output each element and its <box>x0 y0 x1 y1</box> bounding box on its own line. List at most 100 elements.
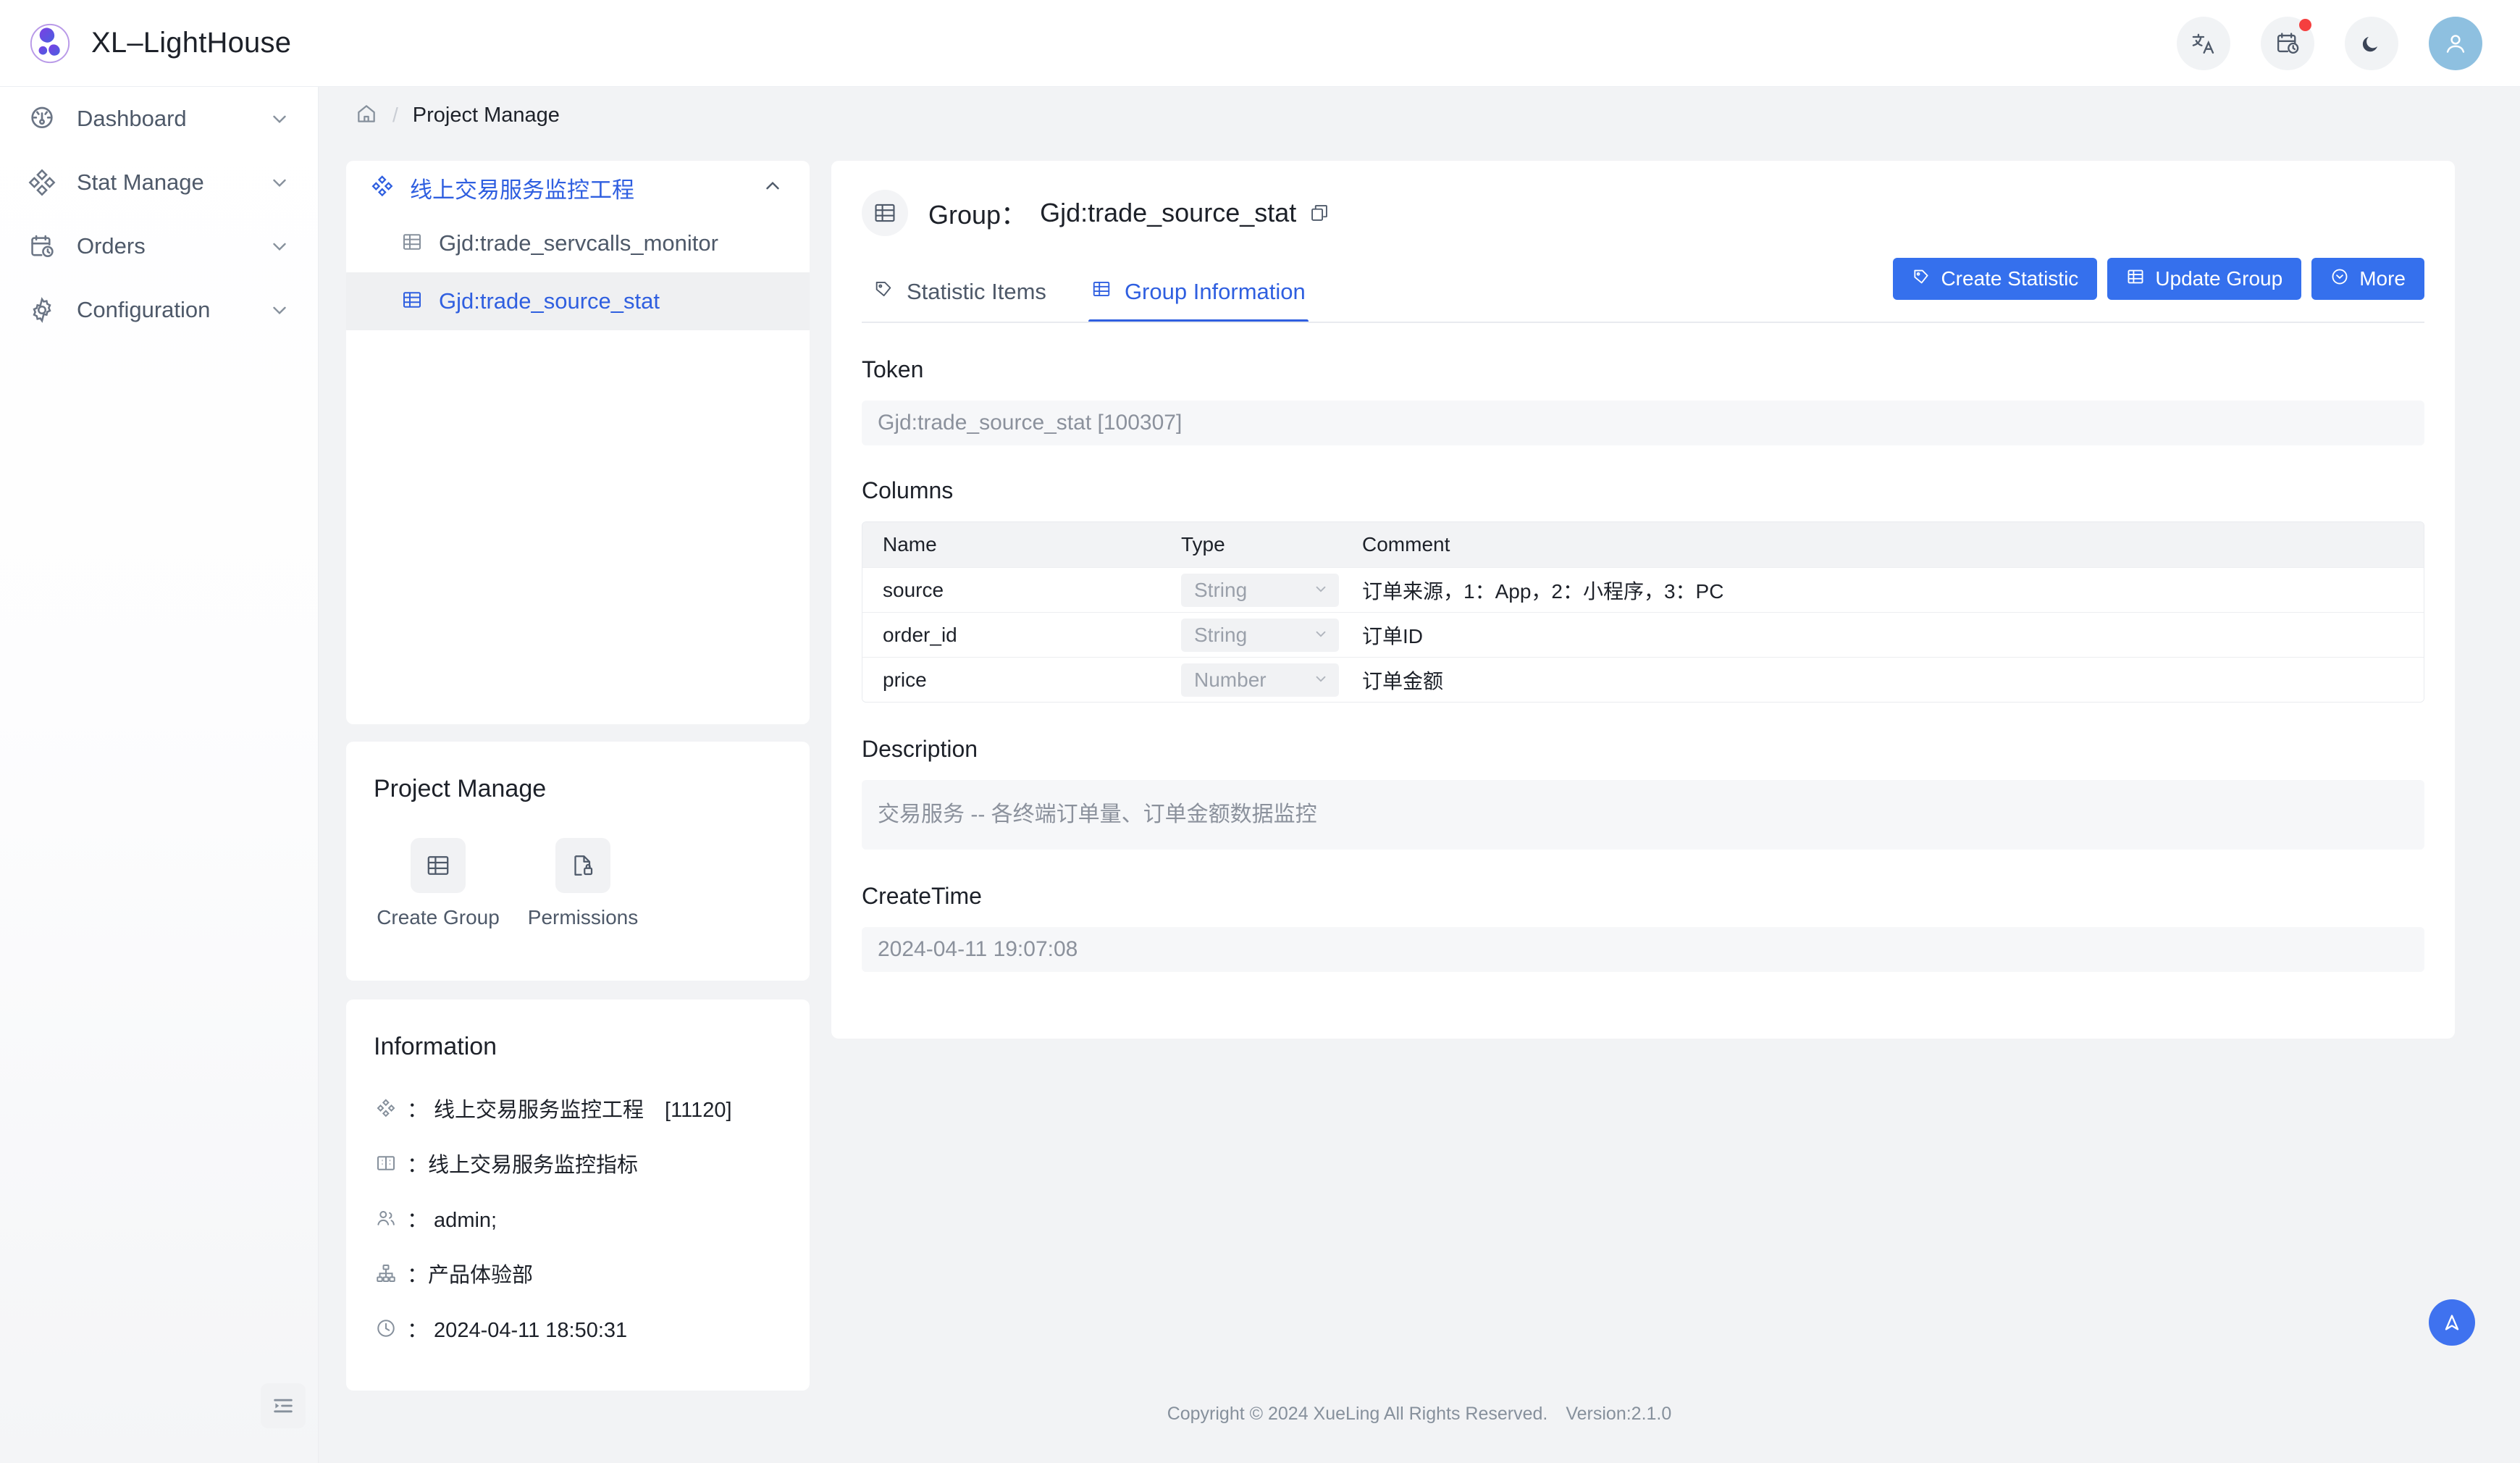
table-row: order_id String 订单ID <box>862 612 2424 657</box>
token-value: Gjd:trade_source_stat [100307] <box>862 401 2424 445</box>
token-label: Token <box>862 356 924 382</box>
tab-group-information[interactable]: Group Information <box>1088 261 1309 323</box>
info-row-project: ： 线上交易服务监控工程 [11120] <box>374 1093 810 1123</box>
createtime-label: CreateTime <box>862 883 982 909</box>
table-icon <box>401 231 423 256</box>
brand[interactable]: XL–LightHouse <box>0 21 291 66</box>
info-row-admin: ： admin; <box>374 1203 810 1233</box>
chevron-down-icon <box>269 235 290 257</box>
tab-label: Group Information <box>1124 279 1306 304</box>
user-avatar-icon[interactable] <box>2429 16 2482 70</box>
cell-name: order_id <box>883 623 957 646</box>
permissions-button[interactable]: Permissions <box>528 838 638 929</box>
moon-icon[interactable] <box>2345 16 2398 70</box>
language-icon[interactable] <box>2177 16 2230 70</box>
diamonds-icon <box>374 1096 398 1120</box>
column-header-name: Name <box>883 533 937 556</box>
users-icon <box>374 1206 398 1231</box>
cell-name: source <box>883 578 944 601</box>
tag-icon <box>1912 267 1931 291</box>
group-header: Group： Gjd:trade_source_stat <box>831 161 2455 236</box>
create-statistic-button[interactable]: Create Statistic <box>1893 258 2098 300</box>
back-to-top-icon[interactable] <box>2429 1299 2475 1346</box>
sidebar-item-dashboard[interactable]: Dashboard <box>0 87 318 151</box>
createtime-value: 2024-04-11 19:07:08 <box>862 927 2424 972</box>
sidebar-item-label: Configuration <box>77 297 211 322</box>
update-group-button[interactable]: Update Group <box>2107 258 2302 300</box>
cell-comment: 订单金额 <box>1362 669 1444 692</box>
info-row-metric: ：线上交易服务监控指标 <box>374 1148 810 1178</box>
chevron-down-icon <box>269 108 290 130</box>
table-icon <box>2126 267 2145 291</box>
tabs-divider <box>862 322 2424 323</box>
information-title: Information <box>374 1033 497 1060</box>
cell-type: Number <box>1181 663 1362 697</box>
chevron-down-circle-icon <box>2330 267 2349 291</box>
type-select[interactable]: String <box>1181 573 1339 607</box>
info-row-createtime: ： 2024-04-11 18:50:31 <box>374 1313 810 1343</box>
gear-icon <box>26 294 58 326</box>
type-select-value: String <box>1194 623 1248 646</box>
tag-icon <box>873 279 894 305</box>
chevron-up-icon[interactable] <box>762 175 784 201</box>
copy-icon[interactable] <box>1309 203 1330 223</box>
info-row-department: ：产品体验部 <box>374 1258 810 1288</box>
sidebar: Dashboard Stat Manage Orders Configurati… <box>0 87 319 1463</box>
type-select[interactable]: String <box>1181 618 1339 652</box>
group-label: Group： <box>928 200 1028 230</box>
more-button[interactable]: More <box>2311 258 2424 300</box>
table-icon <box>1091 279 1112 305</box>
diamonds-icon <box>371 175 394 201</box>
calendar-clock-icon <box>26 230 58 262</box>
create-group-button[interactable]: Create Group <box>377 838 500 929</box>
table-icon <box>411 838 466 893</box>
type-select[interactable]: Number <box>1181 663 1339 697</box>
page-title: Group： Gjd:trade_source_stat <box>928 194 1330 232</box>
sidebar-item-label: Stat Manage <box>77 169 204 195</box>
cell-comment: 订单ID <box>1362 624 1424 647</box>
column-header-comment: Comment <box>1362 533 1450 556</box>
group-name: Gjd:trade_source_stat <box>1040 198 1297 227</box>
schedule-icon[interactable] <box>2261 16 2314 70</box>
top-header-bar: XL–LightHouse <box>0 0 2520 87</box>
diamonds-icon <box>26 167 58 198</box>
group-information-body: Token Gjd:trade_source_stat [100307] Col… <box>831 323 2455 972</box>
cell-type: String <box>1181 618 1362 652</box>
sidebar-item-orders[interactable]: Orders <box>0 214 318 278</box>
button-label: Create Statistic <box>1941 267 2079 290</box>
information-rows: ： 线上交易服务监控工程 [11120] ：线上交易服务监控指标 ： admin… <box>346 1061 810 1343</box>
column-header-type: Type <box>1181 533 1225 556</box>
collapse-sidebar-icon[interactable] <box>261 1383 306 1428</box>
cell-comment: 订单来源，1：App，2：小程序，3：PC <box>1362 579 1724 603</box>
sidebar-item-configuration[interactable]: Configuration <box>0 278 318 342</box>
tabs-row: Statistic Items Group Information Create… <box>831 258 2455 323</box>
org-chart-icon <box>374 1261 398 1286</box>
brand-name: XL–LightHouse <box>91 27 292 59</box>
table-icon <box>401 289 423 314</box>
project-manage-actions: Create Group Permissions <box>346 803 810 929</box>
table-icon <box>862 190 908 236</box>
cell-type: String <box>1181 573 1362 607</box>
cell-name: price <box>883 668 927 691</box>
dashboard-gauge-icon <box>26 103 58 135</box>
columns-table: Name Type Comment source String 订单来源，1：A… <box>862 521 2424 703</box>
table-row: price Number 订单金额 <box>862 657 2424 702</box>
tab-statistic-items[interactable]: Statistic Items <box>873 261 1046 323</box>
sidebar-item-label: Dashboard <box>77 106 187 131</box>
chevron-down-icon <box>1313 579 1329 602</box>
action-buttons: Create Statistic Update Group More <box>1893 258 2424 300</box>
group-information-card: Group： Gjd:trade_source_stat Statistic I… <box>831 161 2455 1039</box>
chevron-down-icon <box>1313 624 1329 647</box>
project-manage-title: Project Manage <box>374 775 547 802</box>
home-icon[interactable] <box>355 102 378 129</box>
tree-item-trade-servcalls-monitor[interactable]: Gjd:trade_servcalls_monitor <box>346 214 810 272</box>
description-label: Description <box>862 736 978 762</box>
sidebar-item-stat-manage[interactable]: Stat Manage <box>0 151 318 214</box>
tree-root-item[interactable]: 线上交易服务监控工程 <box>346 161 810 214</box>
permissions-label: Permissions <box>527 906 639 928</box>
project-manage-panel: Project Manage Create Group Permissions <box>346 742 810 981</box>
tab-label: Statistic Items <box>907 279 1046 304</box>
project-tree-panel: 线上交易服务监控工程 Gjd:trade_servcalls_monitor G… <box>346 161 810 724</box>
tree-item-trade-source-stat[interactable]: Gjd:trade_source_stat <box>346 272 810 330</box>
button-label: More <box>2359 267 2406 290</box>
